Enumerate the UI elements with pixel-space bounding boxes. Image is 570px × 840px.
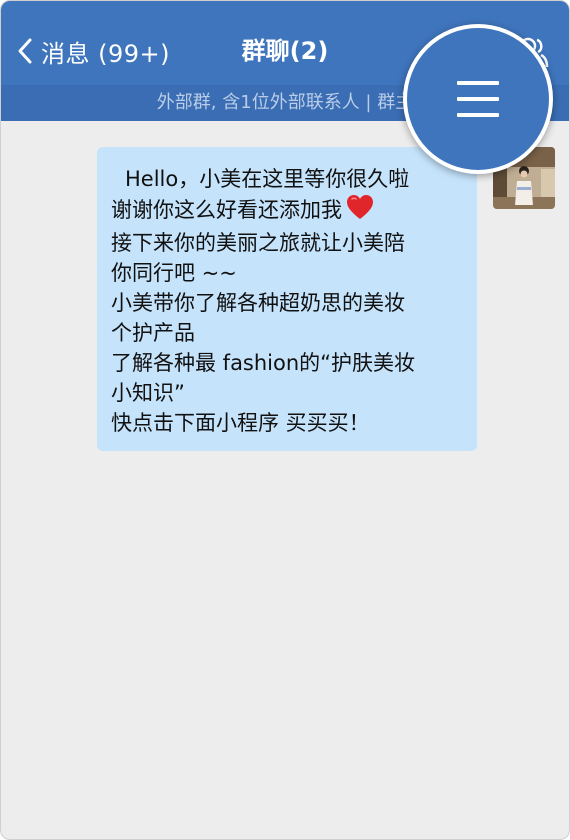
message-line: 谢谢你这么好看还添加我 <box>111 198 342 222</box>
message-line: 快点击下面小程序 买买买！ <box>111 411 370 435</box>
phone-screen: 消息 (99+) 群聊(2) 外部群, 含1位外部联系人 | 群主 Hello，… <box>0 0 570 840</box>
group-info-text: 外部群, 含1位外部联系人 | 群主 <box>156 92 414 113</box>
message-line: Hello，小美在这里等你很久啦 <box>125 167 410 191</box>
message-line: 小美带你了解各种超奶思的美妆 <box>111 291 405 315</box>
more-menu-button[interactable] <box>403 24 553 174</box>
message-bubble[interactable]: Hello，小美在这里等你很久啦 谢谢你这么好看还添加我 接下来你的美丽之旅就让… <box>97 147 477 451</box>
message-line: 个护产品 <box>111 321 195 345</box>
message-line: 了解各种最 fashion的“护肤美妆 <box>111 351 416 375</box>
message-line: 接下来你的美丽之旅就让小美陪 <box>111 231 405 255</box>
message-line: 小知识” <box>111 381 185 405</box>
message-line: 你同行吧 ~~ <box>111 261 237 285</box>
message-line-with-heart: 谢谢你这么好看还添加我 <box>111 194 463 228</box>
hamburger-menu-icon <box>457 81 499 117</box>
red-heart-icon <box>346 194 374 228</box>
